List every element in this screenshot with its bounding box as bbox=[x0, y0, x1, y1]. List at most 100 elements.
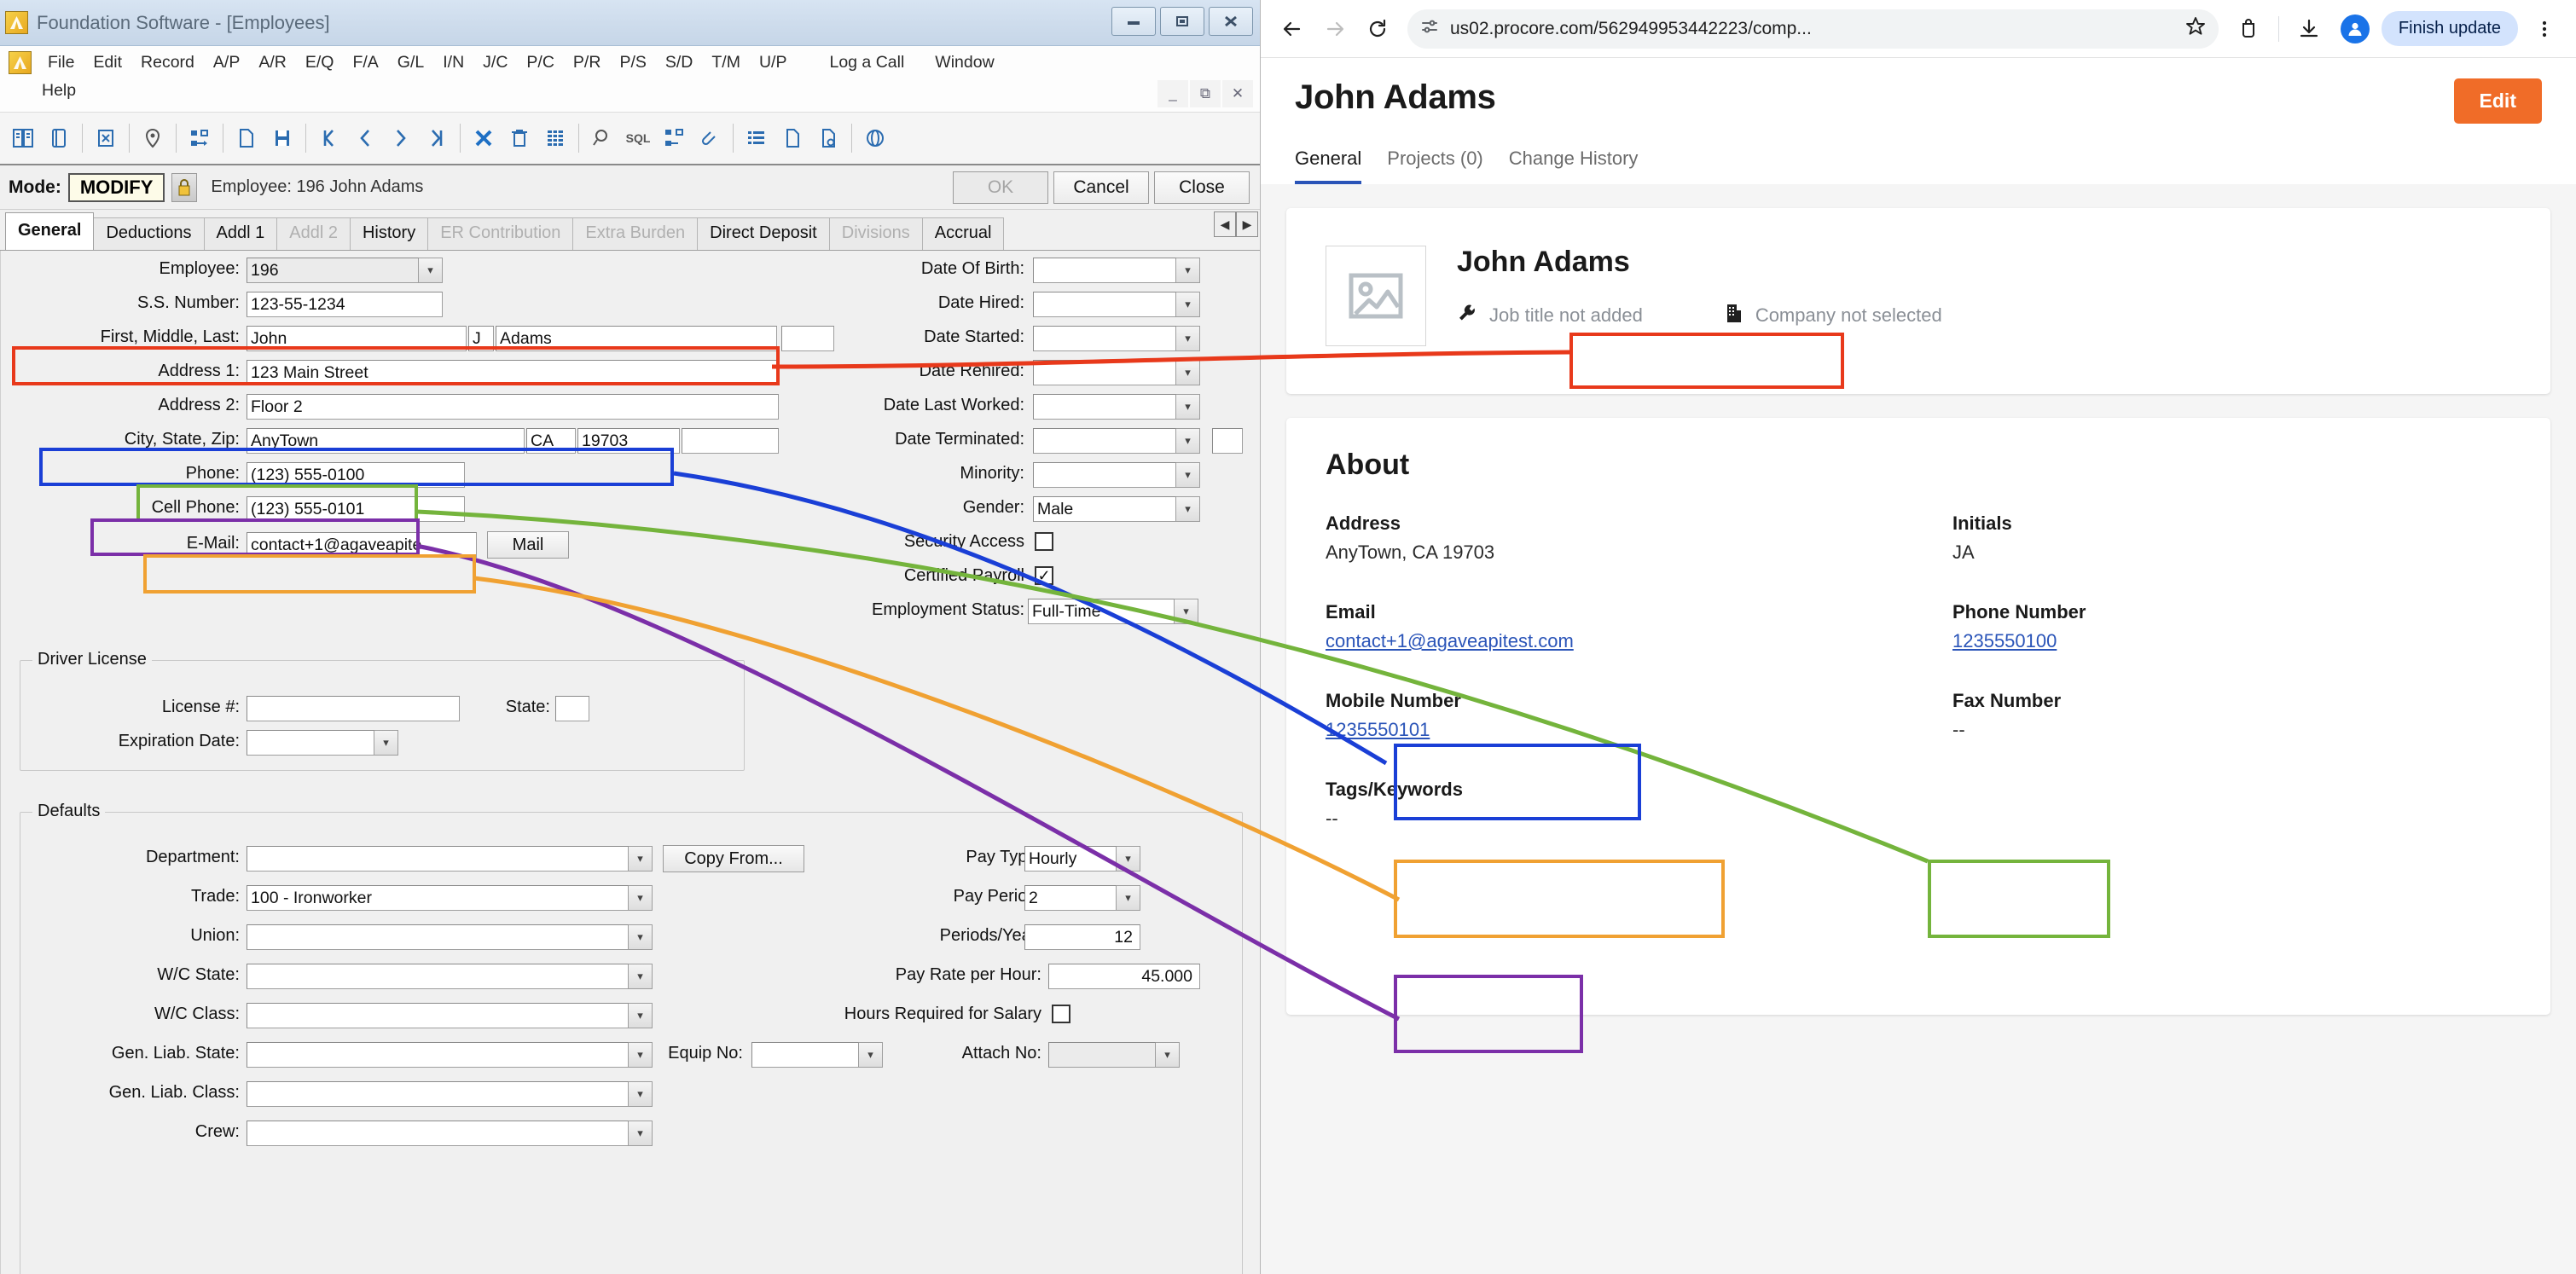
tab-accrual[interactable]: Accrual bbox=[921, 217, 1005, 250]
menu-item-in[interactable]: I/N bbox=[433, 49, 473, 76]
gl-class-input[interactable] bbox=[247, 1081, 629, 1107]
chevron-down-icon[interactable]: ▾ bbox=[1176, 462, 1200, 488]
chevron-down-icon[interactable]: ▾ bbox=[1176, 258, 1200, 283]
department-input[interactable] bbox=[247, 846, 629, 872]
grid-icon[interactable] bbox=[537, 119, 573, 157]
menu-item-ps[interactable]: P/S bbox=[610, 49, 655, 76]
chrome-menu-icon[interactable] bbox=[2525, 9, 2564, 49]
union-input[interactable] bbox=[247, 924, 629, 950]
workflow-icon[interactable] bbox=[182, 119, 218, 157]
city-input[interactable]: AnyTown bbox=[247, 428, 525, 454]
date-last-worked-input[interactable] bbox=[1033, 394, 1176, 420]
tab-change-history[interactable]: Change History bbox=[1509, 148, 1639, 184]
phone-input[interactable]: (123) 555-0100 bbox=[247, 462, 465, 488]
menu-item-pr[interactable]: P/R bbox=[564, 49, 611, 76]
chevron-down-icon[interactable]: ▾ bbox=[1176, 360, 1200, 385]
mdi-close-icon[interactable]: ✕ bbox=[1222, 80, 1253, 107]
gl-state-input[interactable] bbox=[247, 1042, 629, 1068]
last-record-icon[interactable] bbox=[419, 119, 455, 157]
tab-direct-deposit[interactable]: Direct Deposit bbox=[697, 217, 830, 250]
menu-item-ar[interactable]: A/R bbox=[249, 49, 296, 76]
periods-year-input[interactable]: 12 bbox=[1024, 924, 1140, 950]
cancel-button[interactable]: Cancel bbox=[1053, 171, 1149, 204]
chevron-down-icon[interactable]: ▾ bbox=[859, 1042, 883, 1068]
pay-type-input[interactable]: Hourly bbox=[1024, 846, 1117, 872]
previous-record-icon[interactable] bbox=[347, 119, 383, 157]
url-text[interactable]: us02.procore.com/562949953442223/comp... bbox=[1450, 19, 2174, 39]
mobile-number-link[interactable]: 1235550101 bbox=[1326, 719, 1884, 741]
close-icon[interactable] bbox=[1209, 7, 1253, 36]
middle-initial-input[interactable]: J bbox=[468, 326, 494, 351]
ssn-input[interactable]: 123-55-1234 bbox=[247, 292, 443, 317]
first-name-input[interactable]: John bbox=[247, 326, 467, 351]
state-input[interactable]: CA bbox=[526, 428, 576, 454]
browse-records-icon[interactable] bbox=[5, 119, 41, 157]
menu-item-tm[interactable]: T/M bbox=[702, 49, 750, 76]
menu-item-record[interactable]: Record bbox=[131, 49, 204, 76]
pay-period-input[interactable]: 2 bbox=[1024, 885, 1117, 911]
pay-rate-input[interactable]: 45.000 bbox=[1048, 964, 1200, 989]
edit-button[interactable]: Edit bbox=[2453, 78, 2542, 124]
next-record-icon[interactable] bbox=[383, 119, 419, 157]
forward-icon[interactable] bbox=[1315, 9, 1355, 49]
sql-icon[interactable]: SQL bbox=[620, 119, 656, 157]
tab-addl-1[interactable]: Addl 1 bbox=[203, 217, 278, 250]
report-options-icon[interactable] bbox=[810, 119, 846, 157]
chevron-down-icon[interactable]: ▾ bbox=[629, 964, 653, 989]
chevron-down-icon[interactable]: ▾ bbox=[629, 885, 653, 911]
chevron-down-icon[interactable]: ▾ bbox=[1176, 394, 1200, 420]
address2-input[interactable]: Floor 2 bbox=[247, 394, 779, 420]
trash-icon[interactable] bbox=[502, 119, 537, 157]
date-rehired-input[interactable] bbox=[1033, 360, 1176, 385]
menu-item-jc[interactable]: J/C bbox=[473, 49, 517, 76]
finish-update-button[interactable]: Finish update bbox=[2381, 11, 2518, 46]
search-icon[interactable] bbox=[584, 119, 620, 157]
crew-input[interactable] bbox=[247, 1121, 629, 1146]
license-expiration-input[interactable] bbox=[247, 730, 374, 756]
delete-x-icon[interactable] bbox=[466, 119, 502, 157]
cancel-record-icon[interactable] bbox=[88, 119, 124, 157]
trade-input[interactable]: 100 - Ironworker bbox=[247, 885, 629, 911]
menu-item-pc[interactable]: P/C bbox=[517, 49, 564, 76]
ok-button[interactable]: OK bbox=[953, 171, 1048, 204]
reload-icon[interactable] bbox=[1358, 9, 1397, 49]
close-button[interactable]: Close bbox=[1154, 171, 1250, 204]
first-record-icon[interactable] bbox=[311, 119, 347, 157]
chevron-down-icon[interactable]: ▾ bbox=[1176, 496, 1200, 522]
site-settings-icon[interactable] bbox=[1419, 16, 1440, 41]
chevron-down-icon[interactable]: ▾ bbox=[1176, 326, 1200, 351]
menu-item-sd[interactable]: S/D bbox=[656, 49, 703, 76]
menu-item-window[interactable]: Window bbox=[925, 49, 1003, 76]
chevron-down-icon[interactable]: ▾ bbox=[1176, 292, 1200, 317]
security-access-checkbox[interactable] bbox=[1035, 532, 1053, 551]
email-link[interactable]: contact+1@agaveapitest.com bbox=[1326, 630, 1884, 652]
menu-item-help[interactable]: Help bbox=[32, 78, 85, 104]
copy-from-button[interactable]: Copy From... bbox=[663, 845, 804, 872]
chevron-down-icon[interactable]: ▾ bbox=[1117, 885, 1140, 911]
mdi-restore-icon[interactable]: ⧉ bbox=[1190, 80, 1221, 107]
tab-general[interactable]: General bbox=[1295, 148, 1362, 184]
chevron-down-icon[interactable]: ▾ bbox=[629, 846, 653, 872]
gender-input[interactable]: Male bbox=[1033, 496, 1176, 522]
chevron-down-icon[interactable]: ▾ bbox=[629, 1121, 653, 1146]
tab-scroll-left-icon[interactable]: ◀ bbox=[1214, 211, 1236, 237]
terminated-extra-input[interactable] bbox=[1212, 428, 1243, 454]
email-input[interactable]: contact+1@agaveapite bbox=[247, 532, 477, 558]
extensions-icon[interactable] bbox=[2229, 9, 2268, 49]
menu-item-up[interactable]: U/P bbox=[750, 49, 797, 76]
report-icon[interactable] bbox=[775, 119, 810, 157]
address-bar[interactable]: us02.procore.com/562949953442223/comp... bbox=[1407, 9, 2219, 49]
back-icon[interactable] bbox=[1273, 9, 1312, 49]
menu-item-ap[interactable]: A/P bbox=[204, 49, 249, 76]
license-state-input[interactable] bbox=[555, 696, 589, 721]
date-hired-input[interactable] bbox=[1033, 292, 1176, 317]
tab-deductions[interactable]: Deductions bbox=[93, 217, 205, 250]
cell-phone-input[interactable]: (123) 555-0101 bbox=[247, 496, 465, 522]
tab-history[interactable]: History bbox=[349, 217, 429, 250]
chevron-down-icon[interactable]: ▾ bbox=[629, 1003, 653, 1028]
equip-no-input[interactable] bbox=[751, 1042, 859, 1068]
list-icon[interactable] bbox=[739, 119, 775, 157]
save-icon[interactable] bbox=[264, 119, 300, 157]
menu-item-log-a-call[interactable]: Log a Call bbox=[820, 49, 914, 76]
chevron-down-icon[interactable]: ▾ bbox=[629, 1081, 653, 1107]
